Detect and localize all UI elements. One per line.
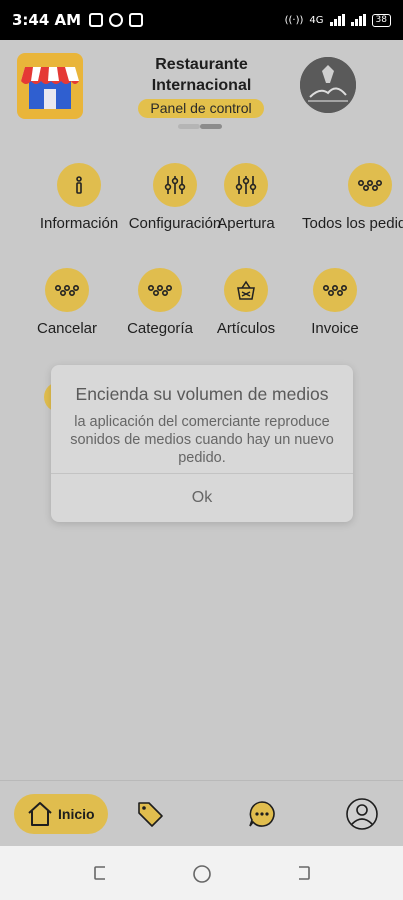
signal-icon [329,14,345,26]
facebook-notification-icon [109,13,124,27]
menu-label: Todos los pedidos [302,215,403,232]
app-notification-icon [129,13,144,27]
system-navigation-bar [0,846,403,900]
menu-informacion[interactable]: Información [31,163,127,232]
dashboard-label: Panel de control [138,99,264,118]
sliders-icon [153,163,197,207]
profile-photo[interactable] [300,57,356,113]
menu-label: Cancelar [36,320,98,337]
ok-button[interactable]: Ok [51,473,353,522]
sliders-icon [224,163,268,207]
dialog-title: Encienda su volumen de medios [75,384,329,404]
battery-icon: 38 [371,13,391,27]
nodes-icon [138,268,182,312]
restaurant-name: Restaurante Internacional [151,56,252,94]
notification-icons [89,13,144,27]
menu-label: Apertura [217,215,275,232]
nodes-icon [348,163,392,207]
back-button[interactable] [294,864,312,887]
menu-cancelar[interactable]: Cancelar [19,268,115,337]
media-volume-dialog: Encienda su volumen de medios la aplicac… [51,365,353,522]
home-system-button[interactable] [192,864,212,889]
nodes-icon [313,268,357,312]
dialog-message: la aplicación del comerciante reproduce … [70,414,334,466]
page-indicator [178,124,222,129]
recent-apps-button[interactable] [92,864,110,887]
app-header: Restaurante Internacional Panel de contr… [0,40,403,130]
info-icon [57,163,101,207]
home-tab[interactable]: Inicio [14,794,108,834]
menu-todos-los-pedidos[interactable]: Todos los pedidos [302,163,403,232]
home-label: Inicio [58,806,95,822]
menu-categoria[interactable]: Categoría [112,268,208,337]
network-label: 4G [309,14,324,26]
message-notification-icon [89,13,104,27]
menu-label: Categoría [127,320,193,337]
home-icon [28,802,52,826]
menu-label: Información [39,215,119,232]
nodes-icon [45,268,89,312]
chat-icon[interactable] [245,797,279,831]
menu-label: Invoice [311,320,359,337]
menu-articulos[interactable]: Artículos [198,268,294,337]
profile-icon[interactable] [345,797,379,831]
menu-invoice[interactable]: Invoice [287,268,383,337]
status-time: 3:44 AM [12,11,82,29]
status-right: ((·)) 4G 38 [284,13,391,27]
store-icon [17,53,83,119]
status-bar: 3:44 AM ((·)) 4G 38 [0,0,403,40]
hotspot-icon: ((·)) [284,14,304,26]
bottom-navigation: Inicio [0,780,403,846]
tag-icon[interactable] [133,797,167,831]
menu-apertura[interactable]: Apertura [198,163,294,232]
signal-icon-2 [350,14,366,26]
menu-label: Artículos [216,320,276,337]
basket-icon [224,268,268,312]
